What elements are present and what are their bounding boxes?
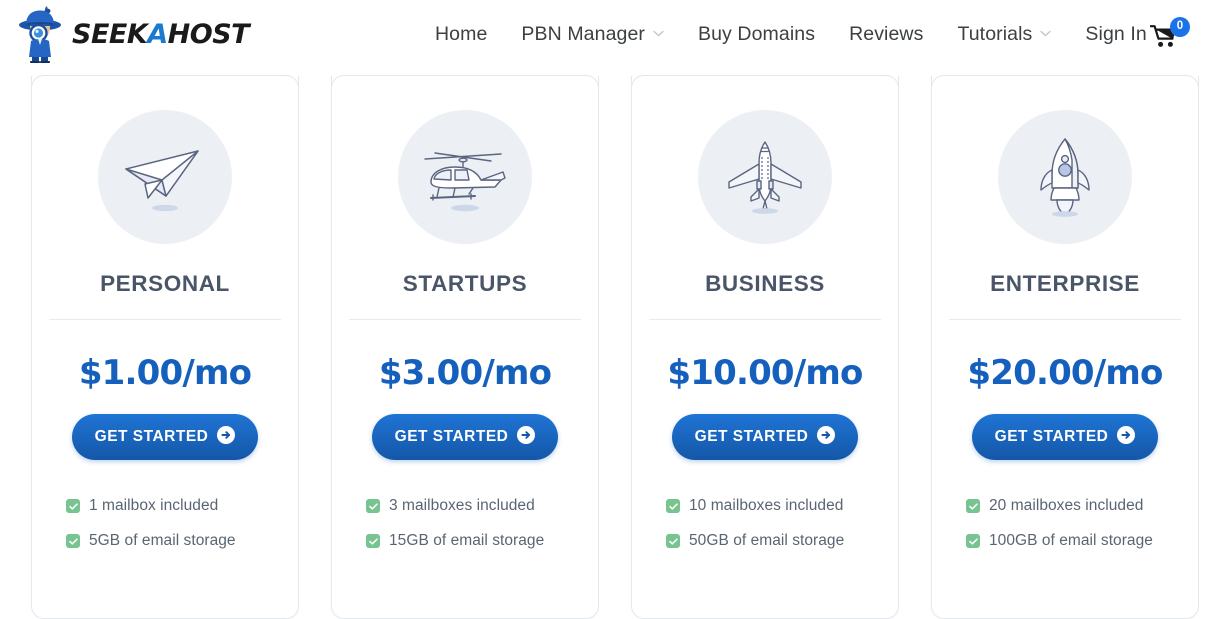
nav-item-label: Sign In — [1085, 22, 1147, 45]
plan-icon-circle — [698, 110, 832, 244]
plan-feature-list: 3 mailboxes included 15GB of email stora… — [332, 497, 598, 550]
get-started-button[interactable]: GET STARTED — [971, 414, 1159, 460]
get-started-button[interactable]: GET STARTED — [71, 414, 259, 460]
plan-feature-text: 20 mailboxes included — [989, 497, 1144, 514]
plan-price: $1.00/mo — [78, 353, 252, 393]
check-icon — [66, 534, 80, 548]
plan-feature-item: 20 mailboxes included — [966, 497, 1198, 515]
check-icon — [666, 534, 680, 548]
check-icon — [366, 499, 380, 513]
plan-cta-wrap: GET STARTED — [32, 414, 298, 460]
plan-card-enterprise: ENTERPRISE $20.00/mo GET STARTED 20 mail… — [931, 75, 1199, 619]
nav-item-label: PBN Manager — [521, 22, 645, 45]
get-started-button[interactable]: GET STARTED — [371, 414, 559, 460]
plan-feature-item: 15GB of email storage — [366, 532, 598, 550]
arrow-right-circle-icon — [517, 425, 536, 449]
arrow-right-circle-icon — [817, 425, 836, 449]
plan-icon-circle — [98, 110, 232, 244]
pricing-plans-row: PERSONAL $1.00/mo GET STARTED 1 mailbox … — [0, 75, 1230, 619]
cart-count-badge: 0 — [1170, 17, 1190, 37]
plan-cta-wrap: GET STARTED — [332, 414, 598, 460]
nav-item-label: Reviews — [849, 22, 924, 45]
nav-item-label: Buy Domains — [698, 22, 816, 45]
get-started-label: GET STARTED — [994, 428, 1109, 445]
plan-cta-wrap: GET STARTED — [632, 414, 898, 460]
nav-item-label: Home — [435, 22, 488, 45]
helicopter-icon — [424, 152, 506, 212]
plan-divider — [49, 319, 281, 320]
plan-icon-circle — [398, 110, 532, 244]
check-icon — [966, 499, 980, 513]
check-icon — [666, 499, 680, 513]
chevron-down-icon — [653, 29, 664, 40]
plan-feature-item: 1 mailbox included — [66, 497, 298, 515]
check-icon — [966, 534, 980, 548]
get-started-label: GET STARTED — [94, 428, 209, 445]
plan-divider — [649, 319, 881, 320]
arrow-right-circle-icon — [217, 425, 236, 449]
check-icon — [66, 499, 80, 513]
site-logo-text: SEEKAHOST — [72, 18, 250, 50]
nav-item-home[interactable]: Home — [418, 23, 504, 46]
plan-feature-text: 100GB of email storage — [989, 532, 1153, 549]
get-started-label: GET STARTED — [694, 428, 809, 445]
nav-item-pbn-manager[interactable]: PBN Manager — [504, 23, 681, 46]
plan-card-personal: PERSONAL $1.00/mo GET STARTED 1 mailbox … — [31, 75, 299, 619]
check-icon — [366, 534, 380, 548]
plan-price: $10.00/mo — [667, 353, 863, 393]
plan-title: PERSONAL — [100, 271, 230, 296]
plan-divider — [349, 319, 581, 320]
nav-item-reviews[interactable]: Reviews — [832, 23, 940, 46]
plan-title: ENTERPRISE — [990, 271, 1140, 296]
get-started-button[interactable]: GET STARTED — [671, 414, 859, 460]
plan-feature-list: 1 mailbox included 5GB of email storage — [32, 497, 298, 550]
plan-feature-item: 3 mailboxes included — [366, 497, 598, 515]
plan-icon-circle — [998, 110, 1132, 244]
site-logo[interactable]: SEEKAHOST — [14, 4, 250, 64]
plan-card-business: BUSINESS $10.00/mo GET STARTED 10 mailbo… — [631, 75, 899, 619]
plan-divider — [949, 319, 1181, 320]
plan-feature-text: 1 mailbox included — [89, 497, 219, 514]
plan-price: $20.00/mo — [967, 353, 1163, 393]
get-started-label: GET STARTED — [394, 428, 509, 445]
plan-feature-item: 10 mailboxes included — [666, 497, 898, 515]
plan-title: BUSINESS — [705, 271, 825, 296]
plan-feature-text: 3 mailboxes included — [389, 497, 535, 514]
main-navigation: Home PBN Manager Buy Domains Reviews Tut… — [418, 0, 1164, 68]
nav-item-buy-domains[interactable]: Buy Domains — [681, 23, 832, 46]
site-header: SEEKAHOST Home PBN Manager Buy Domains R… — [0, 0, 1230, 68]
airplane-icon — [728, 141, 802, 214]
rocket-icon — [1040, 138, 1090, 217]
plan-price: $3.00/mo — [378, 353, 552, 393]
cart-button[interactable]: 0 — [1148, 12, 1196, 56]
plan-title: STARTUPS — [402, 271, 528, 296]
plan-feature-item: 100GB of email storage — [966, 532, 1198, 550]
plan-card-startups: STARTUPS $3.00/mo GET STARTED 3 mailboxe… — [331, 75, 599, 619]
plan-feature-text: 5GB of email storage — [89, 532, 236, 549]
plan-feature-text: 50GB of email storage — [689, 532, 845, 549]
nav-item-label: Tutorials — [957, 22, 1033, 45]
plan-feature-text: 10 mailboxes included — [689, 497, 844, 514]
plan-feature-text: 15GB of email storage — [389, 532, 545, 549]
arrow-right-circle-icon — [1117, 425, 1136, 449]
plan-feature-list: 10 mailboxes included 50GB of email stor… — [632, 497, 898, 550]
paper-plane-icon — [125, 150, 199, 212]
plan-cta-wrap: GET STARTED — [932, 414, 1198, 460]
plan-feature-item: 50GB of email storage — [666, 532, 898, 550]
plan-feature-list: 20 mailboxes included 100GB of email sto… — [932, 497, 1198, 550]
plan-feature-item: 5GB of email storage — [66, 532, 298, 550]
seekahost-detective-logo-icon — [19, 6, 61, 63]
chevron-down-icon — [1040, 29, 1052, 40]
nav-item-tutorials[interactable]: Tutorials — [940, 23, 1068, 46]
